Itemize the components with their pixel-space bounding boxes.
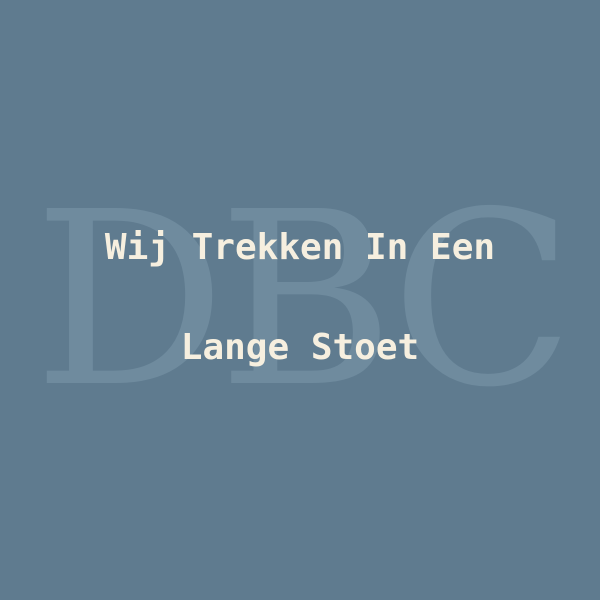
watermark-logo: DBC — [33, 160, 575, 440]
title-line-2: Lange Stoet — [180, 327, 420, 368]
title-line-1: Wij Trekken In Een — [104, 227, 496, 268]
cover-canvas: DBC Wij Trekken In Een Lange Stoet — [0, 0, 600, 600]
